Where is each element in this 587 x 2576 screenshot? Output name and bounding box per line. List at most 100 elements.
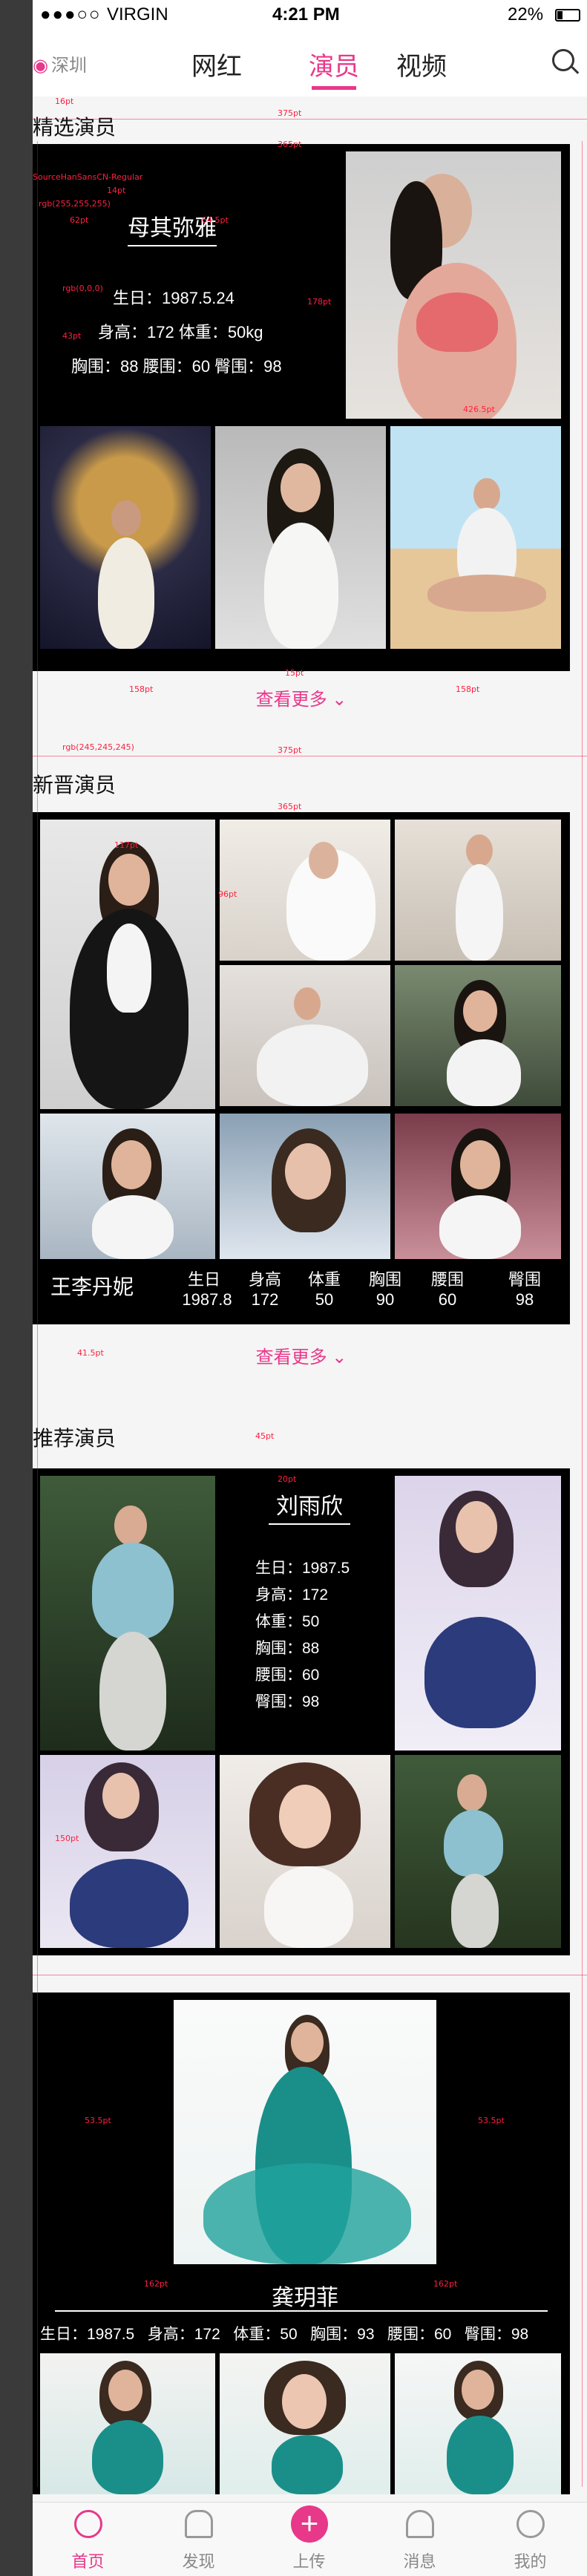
- featured-birthday: 生日：1987.5.24: [113, 289, 235, 307]
- tab-profile[interactable]: 我的: [475, 2503, 586, 2576]
- tab-messages[interactable]: 消息: [364, 2503, 475, 2576]
- new-more-link[interactable]: 查看更多 ⌄: [33, 1342, 570, 1368]
- new-main-photo[interactable]: [40, 820, 215, 1109]
- new-photo-2[interactable]: [395, 820, 561, 961]
- rec1-line-3: 胸围：88: [255, 1640, 320, 1657]
- dim-label: 53.5pt: [478, 2116, 505, 2125]
- rec1-line-4: 腰围：60: [255, 1667, 320, 1684]
- recommended-block-1: 刘雨欣 生日：1987.5 身高：172 体重：50 胸围：88 腰围：60 臀…: [33, 1468, 570, 1955]
- featured-main-photo[interactable]: [346, 151, 561, 419]
- user-icon: [517, 2510, 545, 2538]
- clock: 4:21 PM: [272, 4, 340, 24]
- tab-discover-label: 发现: [182, 2552, 215, 2571]
- plus-icon: +: [291, 2505, 328, 2543]
- rec2-main-photo[interactable]: [174, 2000, 436, 2264]
- guide-line: [37, 141, 38, 2487]
- dim-label: 178pt: [307, 297, 332, 307]
- dim-label: 15pt: [285, 668, 304, 678]
- section-title-featured: 精选演员: [33, 116, 117, 139]
- stat-label-height: 身高: [248, 1270, 281, 1289]
- stat-val-waist: 60: [438, 1290, 457, 1309]
- status-bar: ●●●○○ VIRGIN 4:21 PM 22%: [33, 0, 587, 30]
- top-nav: ◉ 深圳 网红 演员 视频: [33, 30, 587, 97]
- stat-val-weight: 50: [315, 1290, 334, 1309]
- rec2-photo-1[interactable]: [40, 2353, 215, 2494]
- more-label: 查看更多: [255, 690, 327, 710]
- rec1-line-0: 生日：1987.5: [255, 1560, 350, 1577]
- stat-label-waist: 腰围: [430, 1270, 464, 1289]
- dim-label: 43pt: [62, 331, 82, 341]
- new-photo-3[interactable]: [220, 965, 390, 1106]
- rec2-photo-3[interactable]: [395, 2353, 561, 2494]
- dim-label: 117pt: [114, 840, 139, 850]
- featured-more-link[interactable]: 查看更多 ⌄: [33, 684, 570, 710]
- new-photo-7[interactable]: [395, 1114, 561, 1259]
- new-actor-name[interactable]: 王李丹妮: [50, 1271, 134, 1301]
- signal-icon: ●●●○○: [40, 4, 102, 24]
- tab-video[interactable]: 视频: [396, 46, 447, 82]
- dim-label: 41.5pt: [77, 1348, 104, 1358]
- new-photo-5[interactable]: [40, 1114, 215, 1259]
- dim-label: SourceHanSansCN-Regular: [33, 172, 143, 182]
- stat-val-hip: 98: [515, 1290, 534, 1309]
- location-pin-icon: ◉: [33, 56, 48, 76]
- bell-icon: [406, 2510, 434, 2538]
- stat-label-hip: 臀围: [508, 1270, 541, 1289]
- dim-label: 16pt: [55, 97, 74, 106]
- home-planet-icon: [74, 2510, 102, 2538]
- active-tab-indicator: [312, 86, 356, 90]
- more-label: 查看更多: [255, 1347, 327, 1367]
- rec1-photo-right[interactable]: [395, 1476, 561, 1750]
- search-icon[interactable]: [552, 49, 574, 71]
- new-photo-1[interactable]: [220, 820, 390, 961]
- tab-upload[interactable]: + 上传: [254, 2503, 364, 2576]
- rec2-stats: 生日：1987.5 身高：172 体重：50 胸围：93 腰围：60 臀围：98: [40, 2326, 529, 2343]
- featured-photo-1[interactable]: [40, 426, 211, 649]
- rec1-photo-4[interactable]: [220, 1755, 390, 1948]
- rec1-photo-5[interactable]: [395, 1755, 561, 1948]
- tab-actors[interactable]: 演员: [309, 46, 359, 82]
- dim-label: rgb(245,245,245): [62, 742, 134, 752]
- stat-label-birthday: 生日: [187, 1270, 220, 1289]
- rec2-name[interactable]: 龚玥菲: [272, 2279, 338, 2312]
- dim-label: 150pt: [55, 1834, 79, 1843]
- section-title-recommended: 推荐演员: [33, 1427, 117, 1450]
- tab-upload-label: 上传: [292, 2552, 326, 2571]
- dim-label: 365pt: [278, 140, 302, 149]
- tab-messages-label: 消息: [403, 2552, 436, 2571]
- dim-label: 53.5pt: [85, 2116, 111, 2125]
- featured-photo-3[interactable]: [390, 426, 561, 649]
- tab-profile-label: 我的: [514, 2552, 547, 2571]
- battery-icon: [555, 9, 580, 22]
- dim-label: 45pt: [255, 1431, 275, 1441]
- featured-measurements: 胸围：88 腰围：60 臀围：98: [71, 357, 282, 376]
- dim-label: 64.5pt: [202, 215, 229, 225]
- tab-discover[interactable]: 发现: [143, 2503, 254, 2576]
- carrier-label: VIRGIN: [107, 4, 168, 24]
- city-selector[interactable]: ◉ 深圳: [33, 50, 87, 76]
- tab-wanghong[interactable]: 网红: [191, 46, 242, 82]
- tab-home[interactable]: 首页: [33, 2503, 143, 2576]
- dim-label: 375pt: [278, 745, 302, 755]
- featured-height-weight: 身高：172 体重：50kg: [98, 323, 263, 341]
- rec2-photo-2[interactable]: [220, 2353, 390, 2494]
- rec1-photo-3[interactable]: [40, 1755, 215, 1948]
- dim-label: 375pt: [278, 108, 302, 118]
- rec1-line-2: 体重：50: [255, 1613, 320, 1630]
- rec1-name[interactable]: 刘雨欣: [269, 1488, 350, 1525]
- tab-home-label: 首页: [71, 2552, 105, 2571]
- featured-photo-2[interactable]: [215, 426, 386, 649]
- chevron-down-icon: ⌄: [332, 690, 347, 710]
- dim-label: rgb(255,255,255): [39, 199, 111, 209]
- rec2-divider: [55, 2310, 548, 2312]
- dim-label: 62pt: [70, 215, 89, 225]
- bottom-tab-bar: 首页 发现 + 上传 消息 我的: [33, 2502, 587, 2576]
- new-photo-4[interactable]: [395, 965, 561, 1106]
- dim-label: 20pt: [278, 1474, 297, 1484]
- recommended-block-2: 龚玥菲 生日：1987.5 身高：172 体重：50 胸围：93 腰围：60 臀…: [33, 1993, 570, 2494]
- rec1-main-photo[interactable]: [40, 1476, 215, 1750]
- section-title-new: 新晋演员: [33, 774, 117, 797]
- city-label: 深圳: [50, 56, 87, 76]
- new-photo-6[interactable]: [220, 1114, 390, 1259]
- dim-label: 365pt: [278, 802, 302, 811]
